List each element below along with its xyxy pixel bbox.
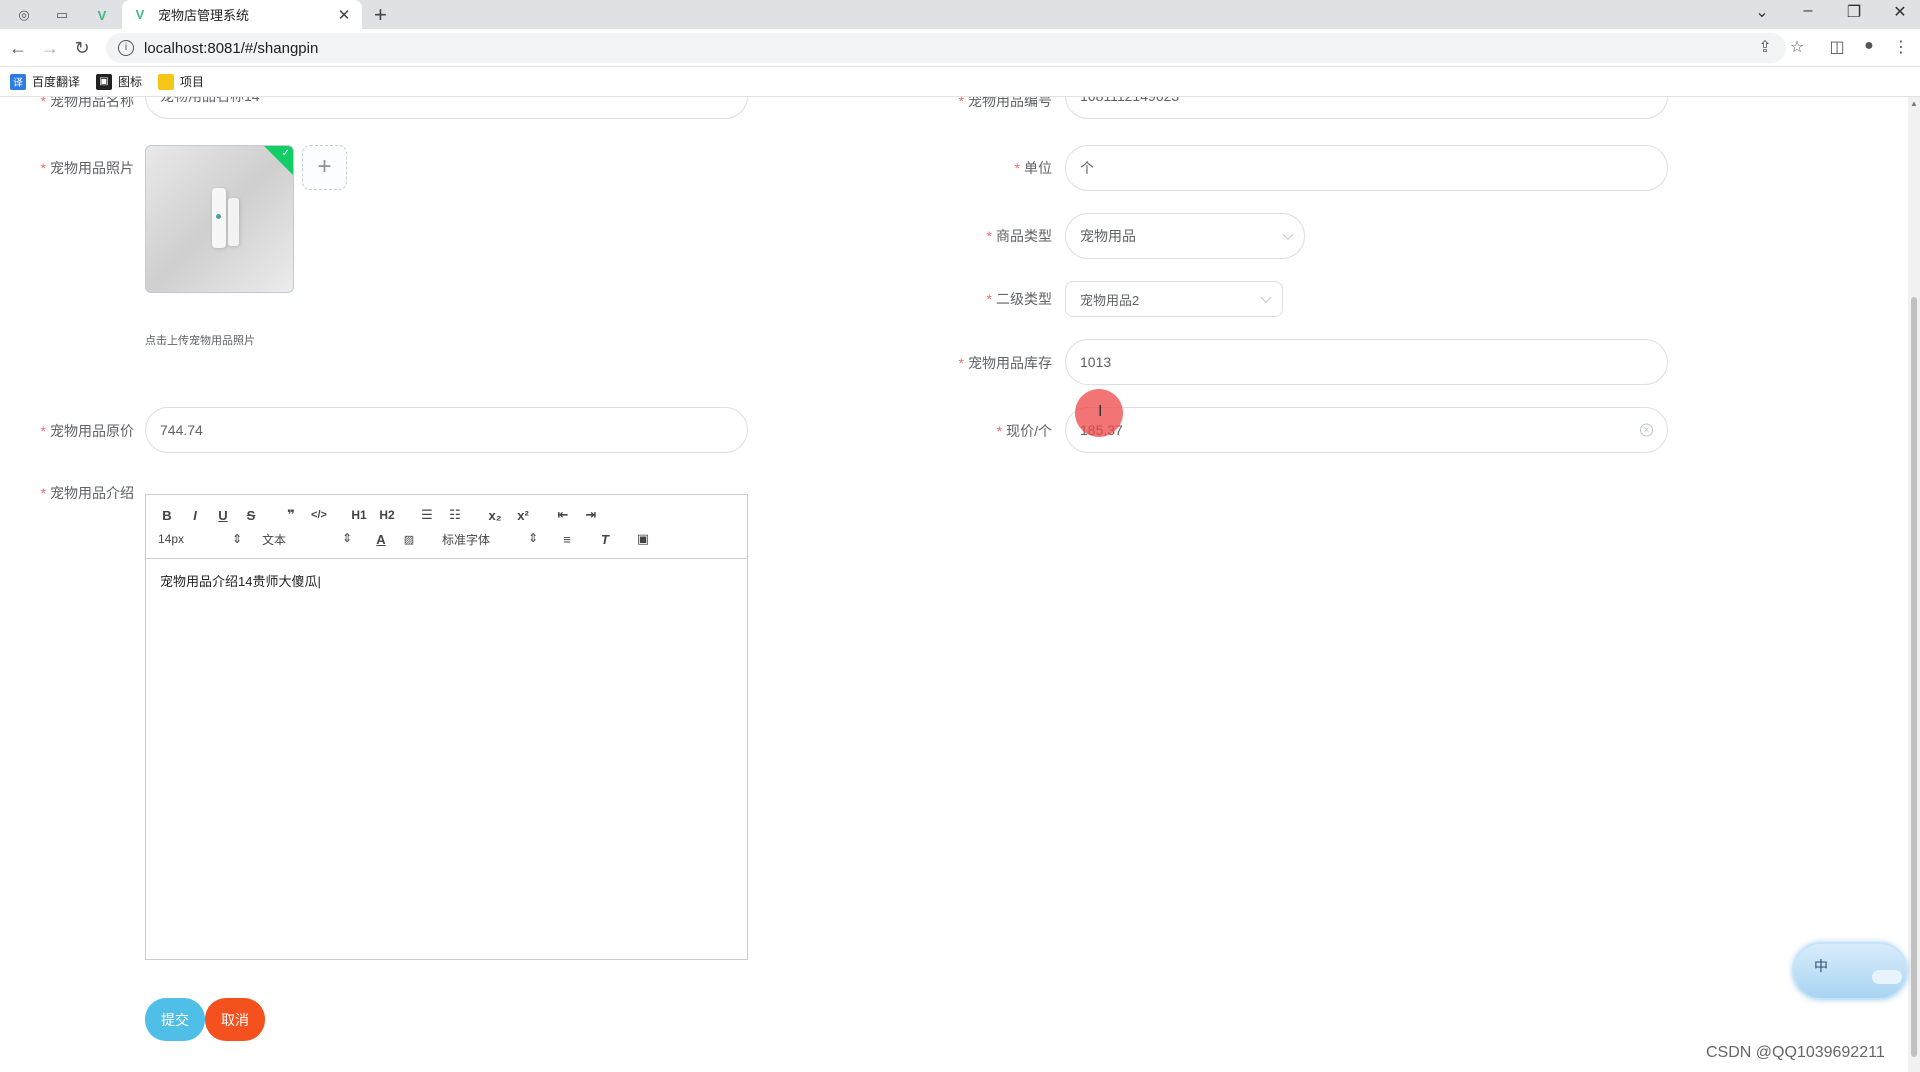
name-input[interactable]: 宠物用品名称14 — [145, 97, 748, 119]
italic-icon[interactable]: I — [186, 508, 204, 523]
subtype-label: * 二级类型 — [986, 291, 1052, 307]
window-close-icon[interactable]: ✕ — [1888, 2, 1912, 22]
bookmark-label: 百度翻译 — [32, 75, 81, 89]
menu-icon[interactable]: ⋮ — [1890, 37, 1912, 59]
address-bar: ← → ↻ i localhost:8081/#/shangpin ⇪ ☆ ◫ … — [0, 29, 1920, 67]
subtype-select[interactable]: 宠物用品2 — [1065, 281, 1283, 317]
submit-button[interactable]: 提交 — [145, 998, 205, 1041]
blockquote-icon[interactable]: ❞ — [282, 507, 300, 523]
sidepanel-icon[interactable]: ◫ — [1826, 37, 1848, 59]
page-scrollbar[interactable]: ▲ — [1908, 97, 1920, 1072]
unit-input[interactable]: 个 — [1065, 145, 1668, 191]
ime-widget[interactable]: 中 — [1792, 942, 1908, 1000]
forward-icon[interactable]: → — [38, 36, 62, 60]
product-photo[interactable]: ✓ — [145, 145, 294, 293]
ime-label: 中 — [1814, 958, 1828, 974]
chevron-down-icon — [1260, 291, 1272, 304]
superscript-icon[interactable]: x² — [514, 508, 532, 523]
site-info-icon[interactable]: i — [118, 40, 134, 56]
h1-icon[interactable]: H1 — [350, 508, 368, 522]
underline-icon[interactable]: U — [214, 508, 232, 523]
bookmark-item[interactable]: 译 百度翻译 — [10, 73, 80, 90]
minimize-icon[interactable]: – — [1796, 2, 1820, 20]
back-icon[interactable]: ← — [6, 36, 30, 60]
chevron-down-icon — [1282, 228, 1294, 241]
watermark: CSDN @QQ1039692211 — [1706, 1044, 1885, 1061]
type-select[interactable]: 宠物用品 — [1065, 213, 1305, 259]
price-input[interactable]: 185.37 ✕ — [1065, 407, 1668, 453]
stock-input[interactable]: 1013 — [1065, 339, 1668, 385]
font-color-icon[interactable]: A — [372, 532, 390, 547]
font-size-picker[interactable]: 14px ⇕ — [158, 532, 242, 546]
share-icon[interactable]: ⇪ — [1754, 37, 1776, 59]
upload-add-button[interactable]: + — [302, 145, 347, 190]
scroll-thumb[interactable] — [1911, 297, 1917, 1057]
folder-icon — [158, 73, 175, 90]
translate-icon: 译 — [10, 73, 26, 90]
bookmark-label: 项目 — [180, 75, 205, 89]
unit-label: * 单位 — [1014, 160, 1052, 176]
editor-toolbar: B I U S ❞ </> H1 H2 ☰ ☷ x₂ x² ⇤ ⇥ 14px ⇕ … — [146, 495, 747, 559]
orig-price-label: * 宠物用品原价 — [40, 423, 134, 439]
code-input[interactable]: 1681112149623 — [1065, 97, 1668, 119]
scroll-up-icon[interactable]: ▲ — [1910, 99, 1918, 108]
clear-format-icon[interactable]: T — [596, 532, 614, 547]
image-icon: ▣ — [96, 73, 113, 90]
bold-icon[interactable]: B — [158, 508, 176, 523]
cancel-button[interactable]: 取消 — [205, 998, 265, 1041]
page-content: *宠物用品名称 宠物用品名称14 *宠物用品编号 1681112149623 *… — [0, 97, 1908, 1072]
type-label: * 商品类型 — [986, 228, 1052, 244]
globe-icon[interactable]: ◎ — [6, 3, 42, 27]
photo-label: * 宠物用品照片 — [40, 160, 134, 176]
close-tab-icon[interactable]: ✕ — [336, 6, 352, 24]
strike-icon[interactable]: S — [242, 508, 260, 523]
orig-price-input[interactable]: 744.74 — [145, 407, 748, 453]
image-insert-icon[interactable]: ▣ — [634, 531, 652, 547]
stock-label: * 宠物用品库存 — [958, 355, 1052, 371]
new-tab-button[interactable]: + — [374, 2, 387, 28]
ime-decoration — [1872, 970, 1902, 984]
font-family-picker[interactable]: 标准字体 ⇕ — [442, 531, 538, 548]
bookmark-item[interactable]: 项目 — [158, 73, 204, 90]
text-cursor-icon: I — [1098, 403, 1103, 420]
outdent-icon[interactable]: ⇤ — [554, 507, 572, 523]
reload-icon[interactable]: ↻ — [70, 36, 94, 60]
tab-blank-icon[interactable]: ▭ — [44, 3, 80, 27]
bookmark-label: 图标 — [118, 75, 143, 89]
tab-title: 宠物店管理系统 — [158, 8, 250, 23]
price-label: * 现价/个 — [996, 423, 1052, 439]
h2-icon[interactable]: H2 — [378, 508, 396, 522]
profile-icon[interactable]: ● — [1858, 37, 1880, 59]
url-text: localhost:8081/#/shangpin — [144, 39, 319, 57]
url-field[interactable]: i localhost:8081/#/shangpin — [106, 33, 1786, 63]
name-label: * 宠物用品名称 — [40, 97, 134, 109]
vue-tab-icon[interactable]: V — [84, 3, 120, 27]
bookmarks-bar: 译 百度翻译 ▣ 图标 项目 — [0, 67, 1920, 97]
header-picker[interactable]: 文本 ⇕ — [262, 531, 352, 548]
editor-content[interactable]: 宠物用品介绍14贵师大傻瓜| — [146, 559, 747, 602]
restore-icon[interactable]: ❐ — [1842, 2, 1866, 22]
align-icon[interactable]: ≡ — [558, 532, 576, 547]
bookmark-star-icon[interactable]: ☆ — [1786, 37, 1808, 59]
bullet-list-icon[interactable]: ☷ — [446, 507, 464, 523]
intro-label: * 宠物用品介绍 — [40, 485, 134, 501]
indent-icon[interactable]: ⇥ — [582, 507, 600, 523]
tab-search-icon[interactable]: ⌄ — [1750, 2, 1774, 22]
code-block-icon[interactable]: </> — [310, 509, 328, 521]
bookmark-item[interactable]: ▣ 图标 — [96, 73, 142, 90]
ordered-list-icon[interactable]: ☰ — [418, 507, 436, 523]
background-color-icon[interactable]: ▨ — [400, 533, 418, 546]
code-label: * 宠物用品编号 — [958, 97, 1052, 109]
subscript-icon[interactable]: x₂ — [486, 508, 504, 523]
tab-active[interactable]: V 宠物店管理系统 ✕ — [122, 0, 362, 29]
photo-hint: 点击上传宠物用品照片 — [145, 335, 255, 347]
browser-tabbar: ◎ ▭ V V 宠物店管理系统 ✕ + ⌄ – ❐ ✕ — [0, 0, 1920, 29]
vue-logo-icon: V — [135, 7, 145, 22]
clear-icon[interactable]: ✕ — [1640, 423, 1653, 437]
rich-text-editor: B I U S ❞ </> H1 H2 ☰ ☷ x₂ x² ⇤ ⇥ 14px ⇕ … — [145, 494, 748, 960]
check-icon: ✓ — [281, 148, 290, 159]
